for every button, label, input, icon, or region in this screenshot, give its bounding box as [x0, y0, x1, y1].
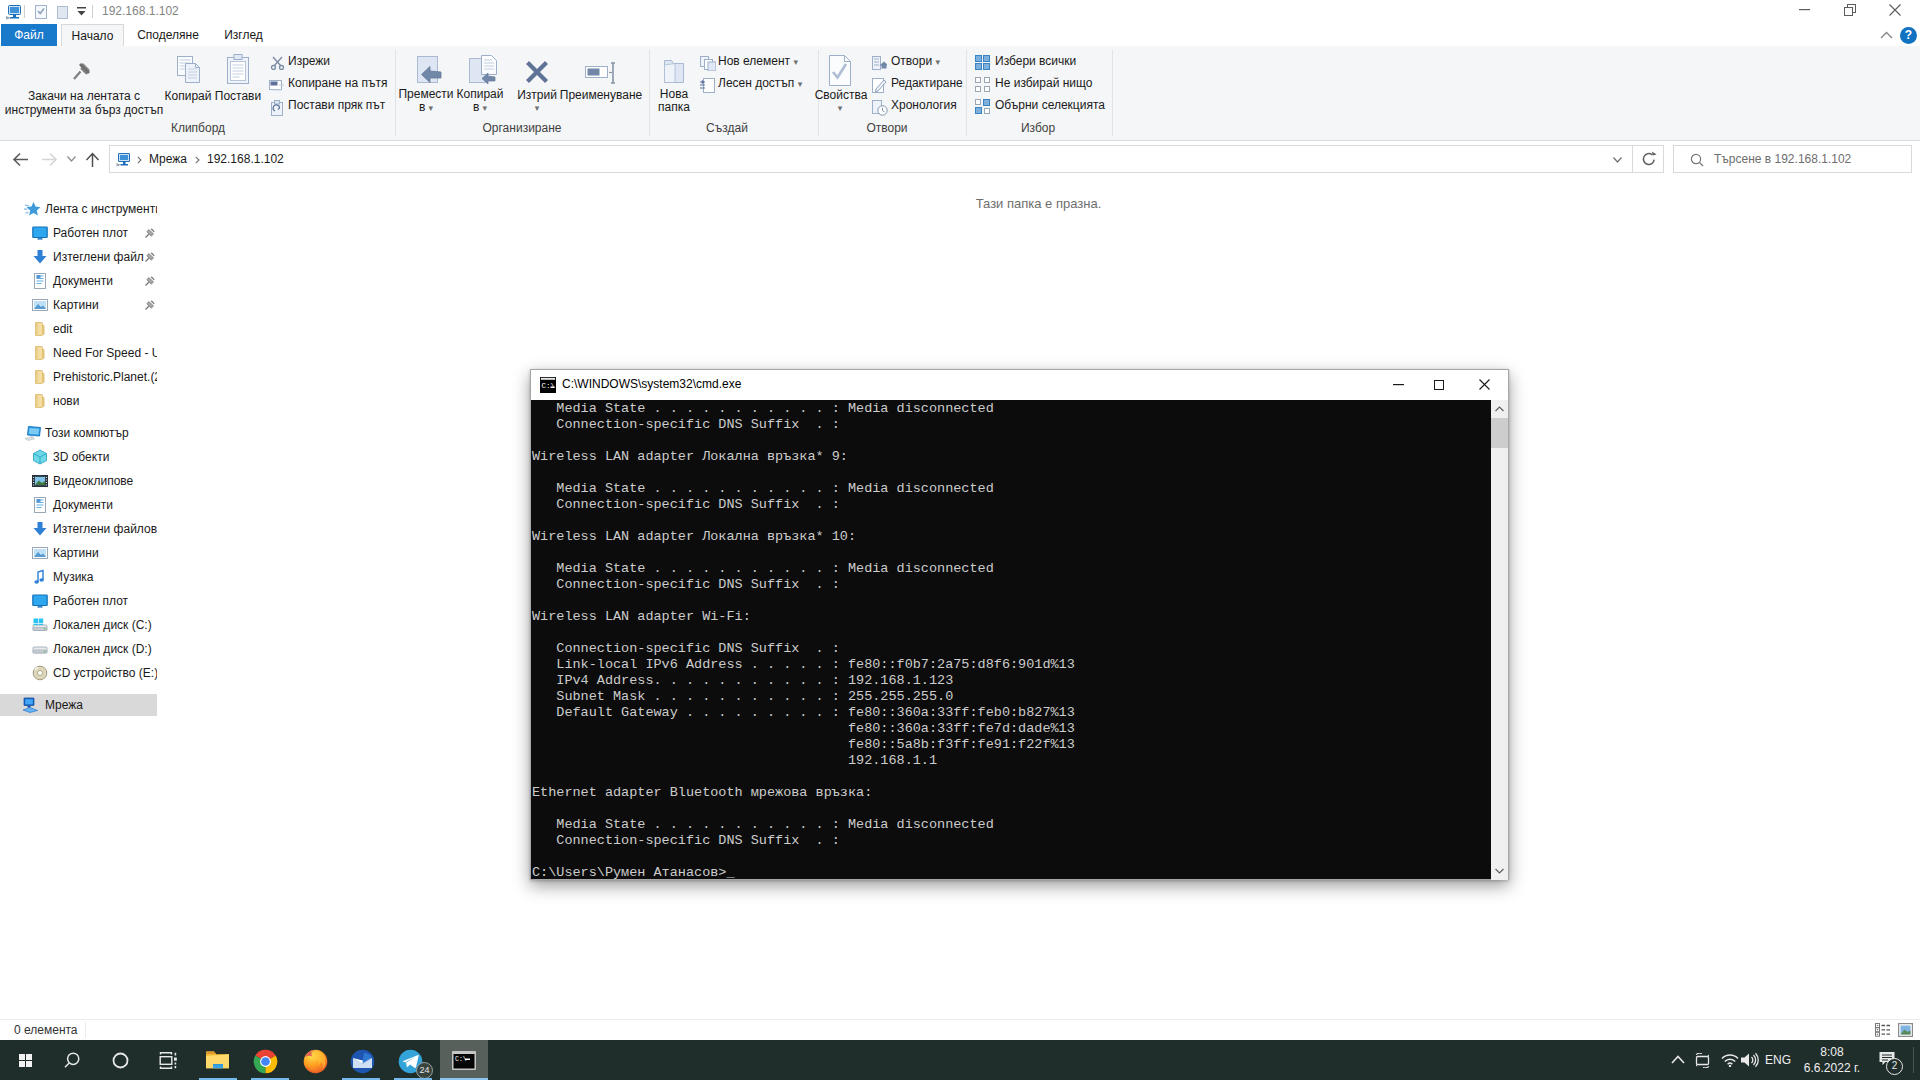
svg-text:C:\: C:\ — [542, 382, 556, 390]
